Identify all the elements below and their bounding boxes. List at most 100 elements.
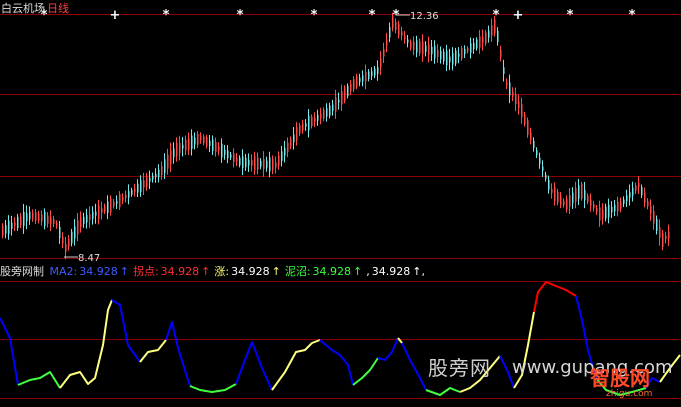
candle-body [635,185,637,192]
indicator-line-green [425,387,461,396]
candle-body [284,147,286,156]
candle-body [176,142,178,157]
candle-body [575,188,577,202]
candle-body [188,137,190,150]
plus-signal-icon: + [513,8,524,23]
candle-body [467,48,469,52]
candle-body [545,174,547,179]
candle-body [41,214,43,222]
candle-body [209,140,211,147]
candle-body [80,216,82,228]
candle-body [356,75,358,88]
candle-body [338,99,340,103]
candle-body [434,45,436,59]
candle-body [521,104,523,118]
indicator-line-blue [377,337,399,361]
candle-body [35,212,37,221]
candle-body [449,56,451,63]
candle-body [383,49,385,57]
star-signal-icon: * [393,8,400,23]
candle-body [227,150,229,159]
candle-body [149,177,151,182]
candle-body [515,94,517,105]
candle-body [662,232,664,248]
candle-body [317,114,319,121]
candle-body [557,191,559,203]
candle-body [236,157,238,162]
candle-body [251,160,253,166]
indicator-item-label: MA2: [49,265,78,278]
star-signal-icon: * [163,8,170,23]
candle-body [266,160,268,168]
candle-body [629,192,631,198]
candle-body [170,150,172,165]
candle-body [146,176,148,188]
candle-body [230,154,232,158]
indicator-line-blue [0,317,19,386]
indicator-item-label: 泥沼: [284,265,311,278]
candle-body [452,52,454,65]
indicator-line-red [533,281,577,313]
candle-body [620,201,622,209]
candle-body [131,189,133,195]
candle-body [287,142,289,152]
star-signal-icon: * [493,8,500,23]
indicator-line-blue [111,299,141,363]
candle-body [50,216,52,225]
candle-body [617,201,619,212]
candle-body [353,79,355,90]
candle-body [164,159,166,174]
indicator-line-yellow [139,339,167,363]
candle-body [437,49,439,58]
indicator-item-arrow: ↑, [412,265,425,278]
candle-body [377,67,379,74]
candle-body [668,231,670,239]
candle-body [62,236,64,244]
candle-body [473,42,475,50]
candle-body [203,136,205,144]
candle-body [125,194,127,199]
candle-body [602,209,604,219]
candle-body [572,192,574,204]
candle-body [245,157,247,168]
candle-body [365,72,367,82]
candle-body [569,195,571,207]
candle-body [413,41,415,50]
candle-body [242,156,244,169]
candle-body [173,148,175,158]
candle-body [17,216,19,228]
candle-body [122,196,124,201]
candle-body [104,205,106,212]
candle-body [182,144,184,149]
candle-body [113,201,115,207]
star-signal-icon: * [311,8,318,23]
candle-body [587,195,589,202]
candle-body [476,39,478,49]
indicator-item: 泥沼: 34.928 ↑ [285,265,364,278]
candle-body [47,215,49,225]
candle-body [554,186,556,202]
candle-body [653,211,655,224]
indicator-item-label: 拐点: [132,265,159,278]
candle-body [371,71,373,77]
indicator-line-blue [319,339,354,386]
candle-body [101,208,103,213]
candle-body [290,138,292,147]
candle-body [320,113,322,119]
candle-body [137,183,139,193]
candle-body [293,134,295,143]
candle-body [269,157,271,172]
candle-body [593,204,595,209]
indicator-item: , 34.928 ↑, [366,265,427,278]
candle-body [425,45,427,53]
candle-body [77,220,79,235]
candle-body [89,213,91,221]
candle-body [155,173,157,178]
candle-body [419,41,421,54]
candle-body [548,179,550,190]
candle-body [578,185,580,199]
candle-body [143,180,145,188]
candle-body [212,139,214,152]
candle-body [194,137,196,145]
star-signal-icon: * [237,8,244,23]
